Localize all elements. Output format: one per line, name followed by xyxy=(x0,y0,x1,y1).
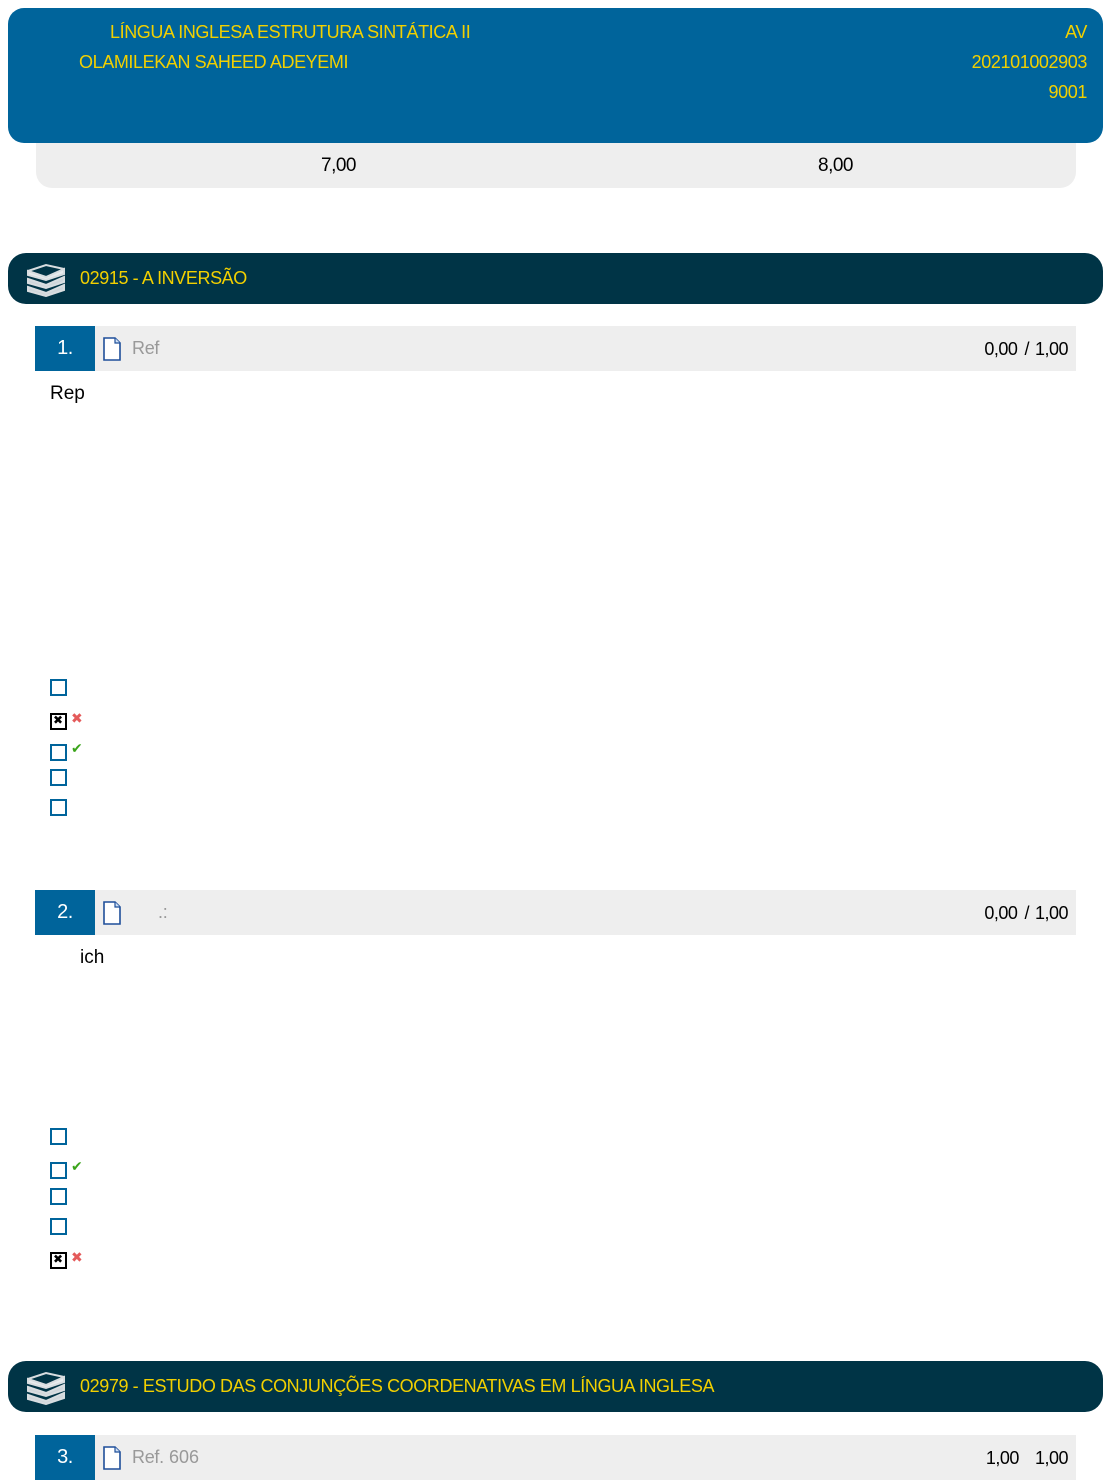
score-max: 1,00 xyxy=(1034,1448,1069,1468)
score-obtained: 0,00 xyxy=(984,903,1018,923)
question-ref-number: 606 xyxy=(169,1447,200,1467)
question-ref: Ref. xyxy=(132,1447,164,1467)
course-name: LÍNGUA INGLESA ESTRUTURA SINTÁTICA II xyxy=(110,22,471,42)
question-number: 2. xyxy=(35,890,95,935)
option-checkbox[interactable] xyxy=(50,769,67,786)
question-number: 1. xyxy=(35,326,95,371)
score-separator: / xyxy=(1024,339,1029,359)
question-score: 0,00 /1,00 xyxy=(984,339,1068,360)
score-max: 1,00 xyxy=(1034,339,1069,359)
exam-header: LÍNGUA INGLESA ESTRUTURA SINTÁTICA II OL… xyxy=(8,8,1103,143)
score-separator: / xyxy=(1024,903,1029,923)
option-checkbox-selected[interactable] xyxy=(50,713,67,730)
option-checkbox[interactable] xyxy=(50,1128,67,1145)
option-checkbox[interactable] xyxy=(50,1162,67,1179)
score-obtained: 1,00 xyxy=(985,1448,1020,1468)
check-icon: ✔ xyxy=(71,741,83,757)
score-summary: 7,00 8,00 xyxy=(36,143,1076,188)
option-checkbox[interactable] xyxy=(50,1218,67,1235)
question-ref: .: xyxy=(158,902,168,922)
score-left: 7,00 xyxy=(321,155,356,176)
document-icon[interactable] xyxy=(102,337,122,361)
question-header: 2. .: 0,00 /1,00 xyxy=(35,890,1076,935)
option-checkbox[interactable] xyxy=(50,744,67,761)
books-icon xyxy=(27,1371,65,1405)
option-checkbox[interactable] xyxy=(50,1188,67,1205)
exam-type: AV xyxy=(1065,22,1087,42)
document-icon[interactable] xyxy=(102,1446,122,1470)
wrong-icon: ✖ xyxy=(71,711,83,727)
topic-title: 02979 - ESTUDO DAS CONJUNÇÕES COORDENATI… xyxy=(80,1376,715,1396)
option-checkbox-selected[interactable] xyxy=(50,1252,67,1269)
score-max: 1,00 xyxy=(1034,903,1069,923)
question-number: 3. xyxy=(35,1435,95,1480)
question-score: 0,00 /1,00 xyxy=(984,903,1068,924)
books-icon xyxy=(27,263,65,297)
score-right: 8,00 xyxy=(818,155,853,176)
question-score: 1,00 1,00 xyxy=(985,1448,1069,1469)
topic-header: 02915 - A INVERSÃO xyxy=(8,253,1103,304)
option-checkbox[interactable] xyxy=(50,679,67,696)
question-header: 1. Ref 0,00 /1,00 xyxy=(35,326,1076,371)
topic-title: 02915 - A INVERSÃO xyxy=(80,268,247,288)
question-ref: Ref xyxy=(132,338,160,358)
document-icon[interactable] xyxy=(102,901,122,925)
option-checkbox[interactable] xyxy=(50,799,67,816)
question-text: Rep xyxy=(50,383,85,404)
wrong-icon: ✖ xyxy=(71,1250,83,1266)
enrollment-number: 202101002903 xyxy=(971,52,1088,72)
class-number: 9001 xyxy=(1048,82,1088,102)
topic-header: 02979 - ESTUDO DAS CONJUNÇÕES COORDENATI… xyxy=(8,1361,1103,1412)
check-icon: ✔ xyxy=(71,1159,83,1175)
question-text: ich xyxy=(80,947,105,968)
question-header: 3. Ref. 606 1,00 1,00 xyxy=(35,1435,1076,1480)
student-name: OLAMILEKAN SAHEED ADEYEMI xyxy=(79,52,349,72)
score-obtained: 0,00 xyxy=(984,339,1018,359)
